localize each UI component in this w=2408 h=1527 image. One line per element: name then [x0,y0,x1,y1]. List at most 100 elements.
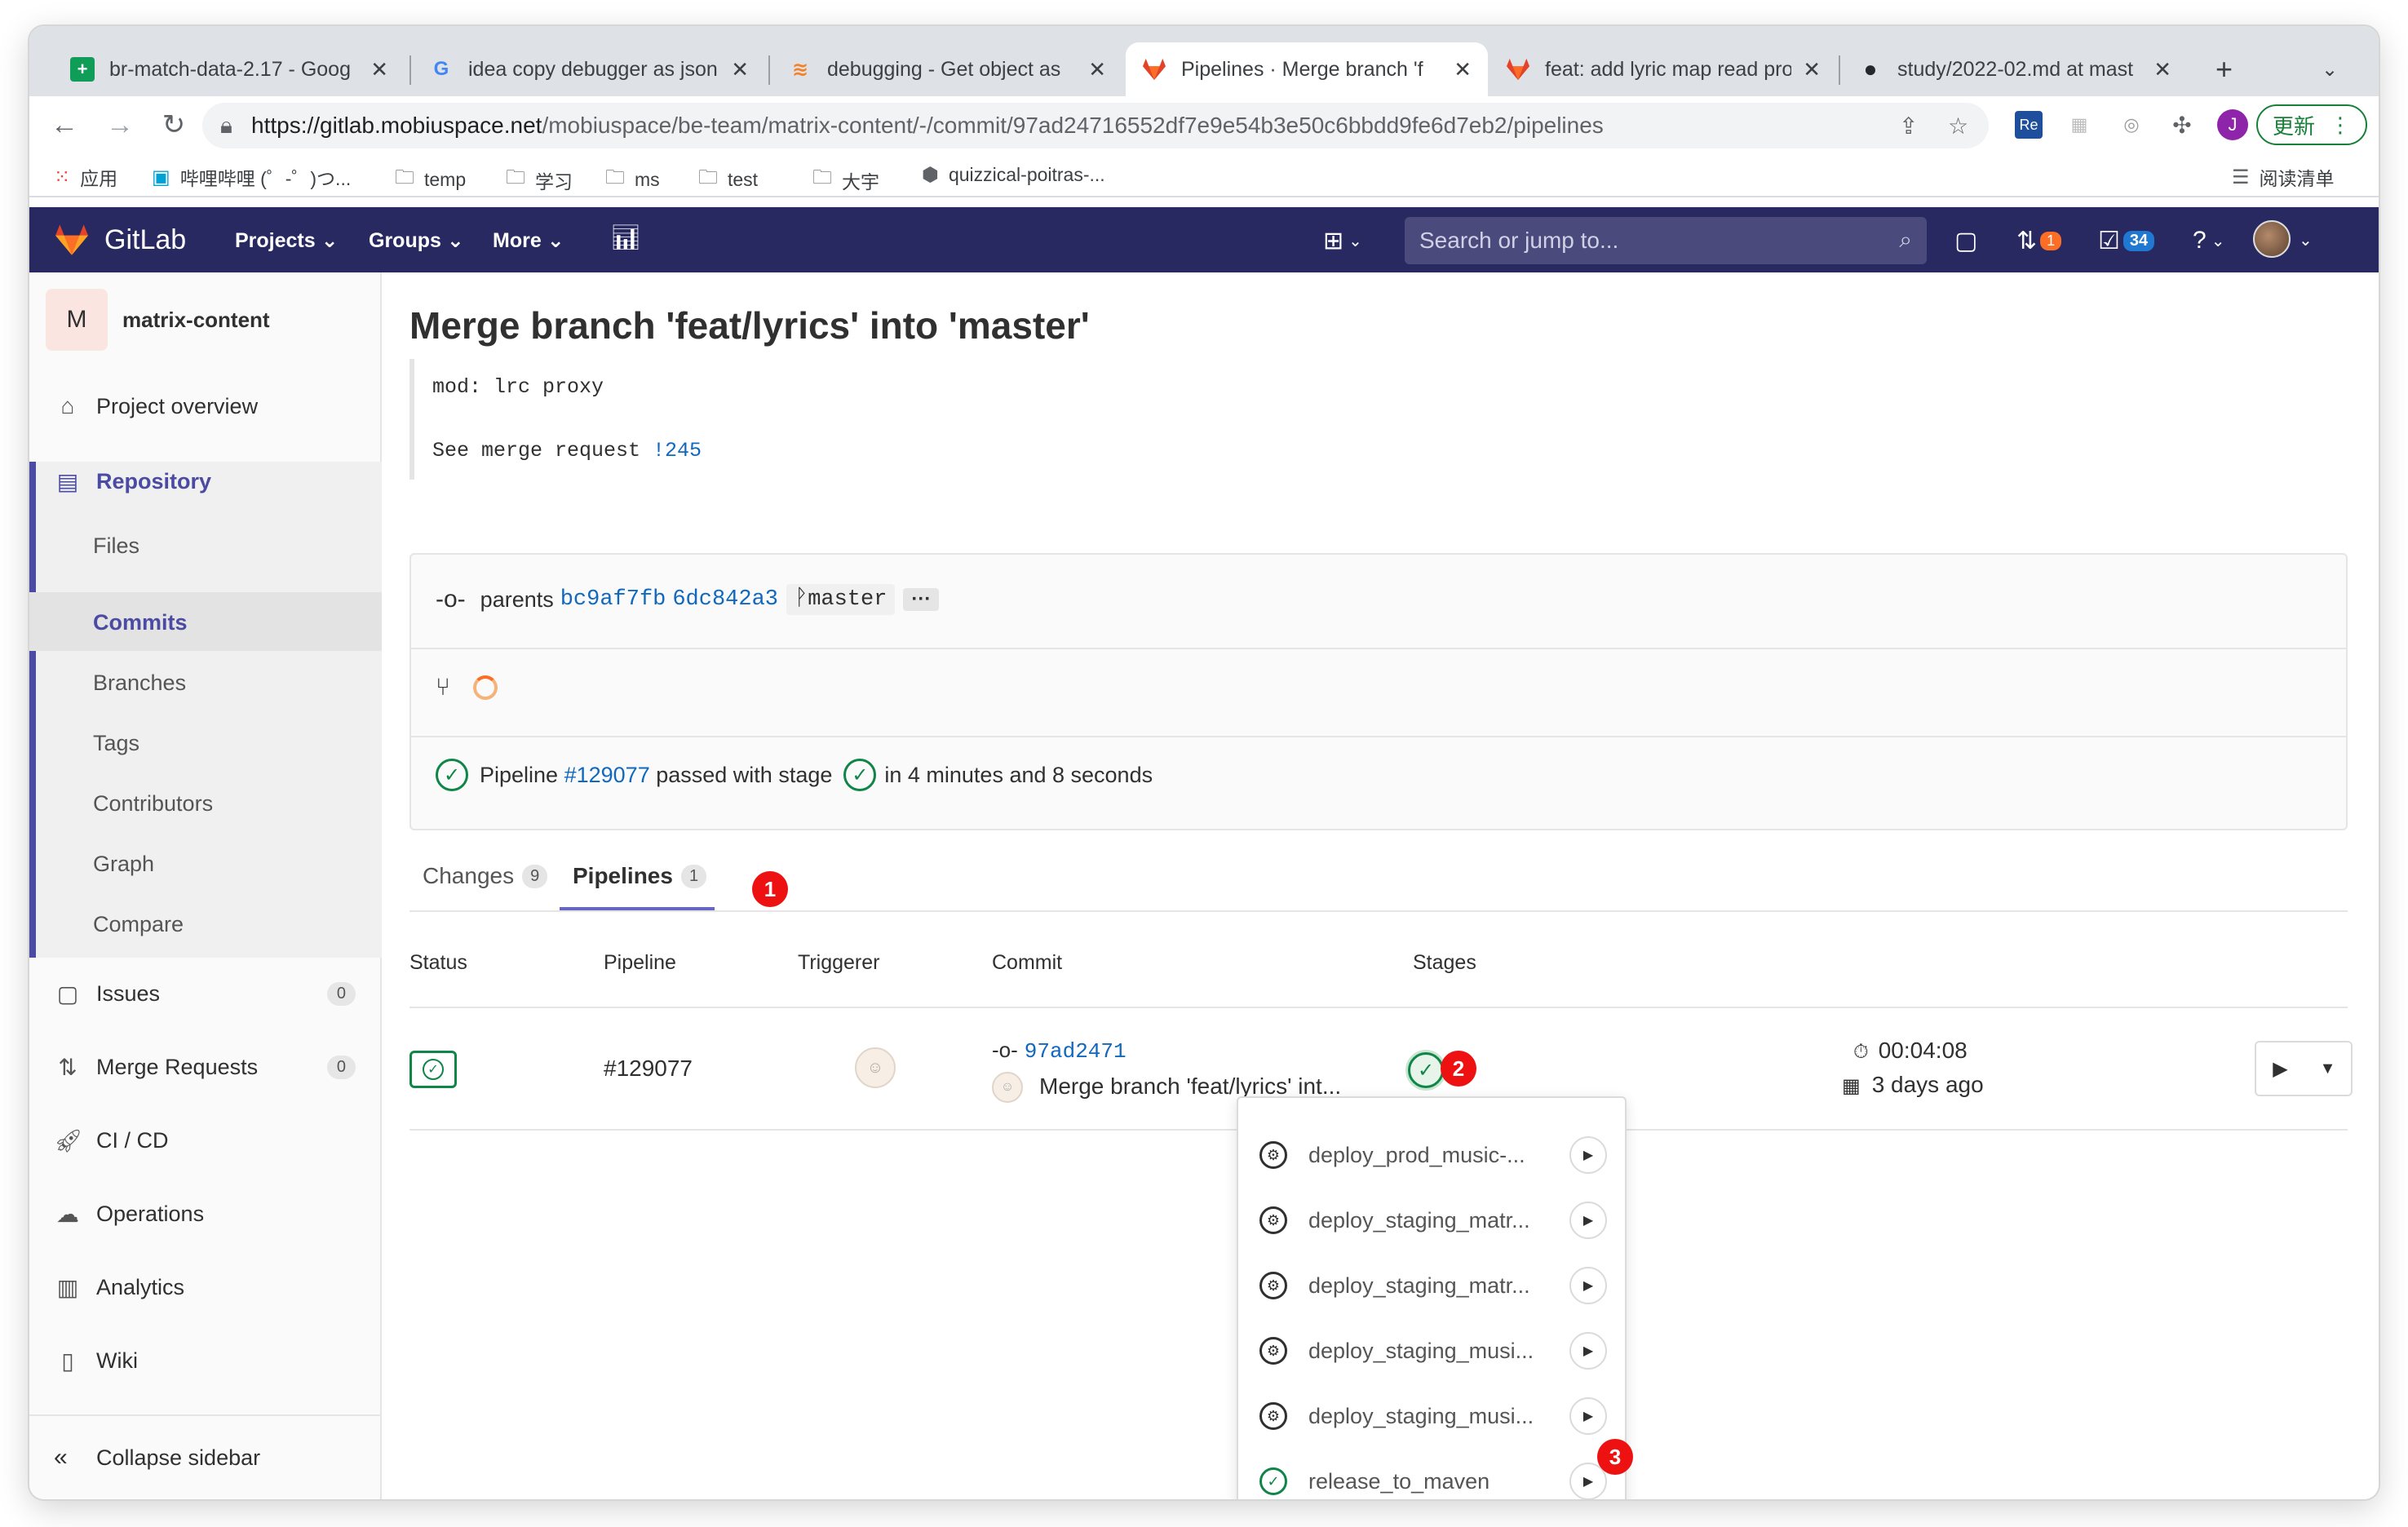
sidebar-item-repository[interactable]: ▤ Repository [29,452,382,511]
sidebar-item-contributors[interactable]: Contributors [93,791,213,817]
extension-circle-icon[interactable]: ◎ [2118,111,2145,139]
browser-tab-5[interactable]: feat: add lyric map read pro ✕ [1490,42,1837,96]
close-icon[interactable]: ✕ [731,57,749,82]
merge-request-link[interactable]: !245 [653,439,702,463]
activity-chart-icon[interactable]: 📊︎ [610,224,641,252]
star-icon[interactable]: ☆ [1948,113,1968,139]
issues-header-icon[interactable]: ▢ [1954,227,1977,255]
commit-message-line: mod: lrc proxy [432,375,604,399]
help-icon[interactable]: ? ⌄ [2193,227,2224,254]
project-header[interactable]: M matrix-content [46,289,270,351]
tab-pipelines[interactable]: Pipelines 1 [573,863,707,889]
play-job-button[interactable]: ▶ [1569,1202,1607,1239]
collapse-sidebar-button[interactable]: «Collapse sidebar [29,1414,382,1499]
bookmark-dayu[interactable]: 🗀 大宇 [812,163,879,197]
back-arrow-icon[interactable]: ← [46,106,83,144]
chevron-down-icon: ⌄ [1348,232,1362,250]
stage-job-item[interactable]: ⚙ deploy_staging_matr... ▶ [1238,1253,1625,1318]
puzzle-icon[interactable]: ✣ [2168,111,2196,139]
gear-icon: ⚙ [1259,1337,1287,1365]
extension-re-icon[interactable]: Re [2015,111,2043,139]
todos-header-icon[interactable]: ☑ 34 [2098,227,2155,255]
bookmark-apps[interactable]: ⁙ 应用 [54,163,117,191]
pipeline-passed-icon[interactable]: ✓ [436,759,468,791]
browser-tab-active[interactable]: Pipelines · Merge branch 'f ✕ [1126,42,1488,96]
more-branches-button[interactable]: ··· [903,588,940,611]
column-header-stages: Stages [1413,951,1476,974]
new-item-plus-icon[interactable]: ⊞ ⌄ [1323,227,1362,255]
commit-sha-link[interactable]: 97ad2471 [1025,1039,1127,1064]
commit-message-line: See merge request !245 [432,439,702,463]
browser-tab-3[interactable]: ≋ debugging - Get object as ✕ [772,42,1122,96]
branch-label[interactable]: ᚹmaster [786,584,896,615]
bookmark-test[interactable]: 🗀 test [698,163,758,197]
sidebar-item-cicd[interactable]: 🚀︎ CI / CD [29,1111,382,1170]
pipeline-link[interactable]: #129077 [564,763,650,788]
tab-search-chevron-icon[interactable]: ⌄ [2305,42,2354,96]
play-job-button[interactable]: ▶ [1569,1332,1607,1370]
reading-list[interactable]: ☰ 阅读清单 [2232,163,2335,191]
new-tab-button[interactable]: + [2199,42,2248,96]
sidebar-item-issues[interactable]: ▢ Issues 0 [29,964,382,1023]
bookmark-quizzical[interactable]: ⬢ quizzical-poitras-... [922,163,1105,187]
browser-tab-6[interactable]: ● study/2022-02.md at mast ✕ [1842,42,2188,96]
stage-job-item[interactable]: ⚙ deploy_staging_musi... ▶ [1238,1318,1625,1383]
profile-avatar[interactable]: J [2217,109,2248,140]
play-job-button[interactable]: ▶ [1569,1136,1607,1174]
manual-actions-dropdown[interactable]: ▶ ▼ [2255,1041,2353,1096]
parent-commit-link[interactable]: bc9af7fb [560,587,666,612]
play-job-button[interactable]: ▶ [1569,1397,1607,1435]
close-icon[interactable]: ✕ [1454,57,1472,82]
nav-groups[interactable]: Groups ⌄ [369,228,464,253]
stage-job-item[interactable]: ⚙ deploy_staging_musi... ▶ [1238,1383,1625,1449]
bookmark-temp[interactable]: 🗀 temp [395,163,466,197]
tab-changes[interactable]: Changes 9 [423,863,548,889]
browser-tab-1[interactable]: + br-match-data-2.17 - Goog ✕ [54,42,405,96]
browser-tab-2[interactable]: G idea copy debugger as json ✕ [413,42,765,96]
search-input[interactable]: Search or jump to... ⌕ [1405,217,1927,264]
sidebar-item-tags[interactable]: Tags [93,731,139,756]
bookmark-ms[interactable]: 🗀 ms [605,163,660,197]
close-icon[interactable]: ✕ [1088,57,1106,82]
stage-job-item[interactable]: ✓ release_to_maven ▶ [1238,1449,1625,1499]
sidebar-item-branches[interactable]: Branches [93,671,186,696]
chevron-down-icon[interactable]: ⌄ [2299,230,2313,250]
sidebar-item-merge-requests[interactable]: ⇅ Merge Requests 0 [29,1038,382,1096]
forward-arrow-icon[interactable]: → [101,106,139,144]
parent-commit-link[interactable]: 6dc842a3 [672,587,778,612]
nav-projects[interactable]: Projects ⌄ [235,228,339,253]
nav-more[interactable]: More ⌄ [493,228,564,253]
sidebar-item-files[interactable]: Files [93,533,139,559]
extension-grid-icon[interactable]: ▦ [2065,111,2093,139]
gitlab-home-link[interactable]: GitLab [54,224,186,256]
share-icon[interactable]: ⇪ [1899,113,1918,139]
close-icon[interactable]: ✕ [2153,57,2171,82]
sidebar-item-commits[interactable]: Commits [93,610,188,635]
play-job-button[interactable]: ▶ [1569,1267,1607,1304]
merge-requests-header-icon[interactable]: ⇅ 1 [2016,227,2062,255]
stage-job-item[interactable]: ⚙ deploy_staging_matr... ▶ [1238,1188,1625,1253]
stage-job-item[interactable]: ⚙ deploy_prod_music-... ▶ [1238,1122,1625,1188]
pipeline-status-badge[interactable]: ✓ [409,1051,457,1088]
stackoverflow-icon: ≋ [791,58,809,81]
sidebar-item-analytics[interactable]: ▥ Analytics [29,1258,382,1317]
sidebar-item-wiki[interactable]: ▯ Wiki [29,1331,382,1390]
close-icon[interactable]: ✕ [370,57,388,82]
address-bar[interactable]: 🔒︎ https://gitlab.mobiuspace.net/mobiusp… [202,103,1989,148]
stage-status-button[interactable]: ✓ [1408,1052,1444,1088]
close-icon[interactable]: ✕ [1803,57,1821,82]
sidebar-item-operations[interactable]: ☁ Operations [29,1184,382,1243]
user-avatar[interactable] [2253,220,2291,258]
triggerer-avatar[interactable]: ☺ [855,1047,896,1088]
update-button[interactable]: 更新 ⋮ [2256,104,2367,145]
bookmark-study[interactable]: 🗀 学习 [506,163,573,197]
stage-passed-icon[interactable]: ✓ [843,759,877,791]
check-circle-icon: ✓ [1259,1467,1287,1495]
sidebar-item-overview[interactable]: ⌂ Project overview [29,377,382,436]
bookmark-bilibili[interactable]: ▣ 哔哩哔哩 (゜-゜)つ... [152,163,351,191]
book-icon: ▯ [61,1348,74,1374]
reload-icon[interactable]: ↻ [155,106,193,144]
sidebar-item-compare[interactable]: Compare [93,912,184,937]
pipeline-id-link[interactable]: #129077 [604,1056,693,1082]
sidebar-item-graph[interactable]: Graph [93,852,154,877]
